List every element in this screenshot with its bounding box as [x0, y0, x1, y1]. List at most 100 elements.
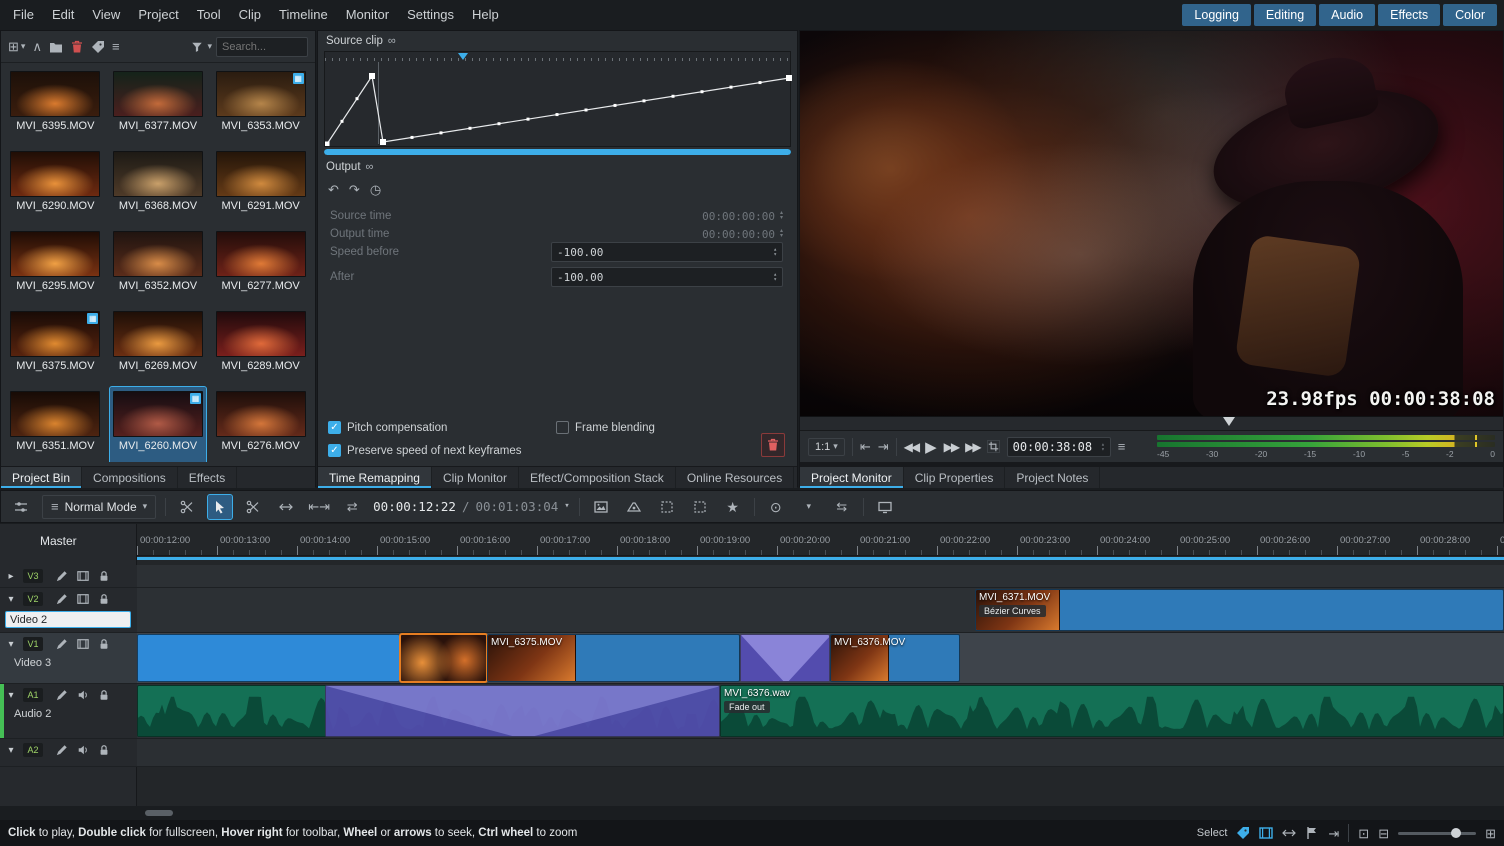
pause-skip-button[interactable]: ▶▶: [944, 440, 958, 454]
bin-item-mvi-6290-mov[interactable]: MVI_6290.MOV: [7, 147, 104, 227]
track-composite-icon[interactable]: [77, 570, 89, 582]
monitor-menu-button[interactable]: ≡: [1118, 440, 1126, 453]
track-id-badge-A1[interactable]: A1: [23, 688, 43, 702]
bin-tab-effects[interactable]: Effects: [178, 467, 237, 488]
track-collapse-A2[interactable]: ▾: [4, 745, 18, 756]
track-id-badge-A2[interactable]: A2: [23, 743, 43, 757]
menu-file[interactable]: File: [4, 7, 43, 22]
tags-button[interactable]: [91, 40, 105, 54]
monitor-timecode[interactable]: 00:00:38:08▴▾: [1007, 437, 1111, 457]
track-lock-icon[interactable]: [98, 744, 110, 756]
video-frame[interactable]: 23.98fps 00:00:38:08: [800, 31, 1503, 416]
create-folder-button[interactable]: [49, 40, 63, 54]
clip-video-bright[interactable]: [137, 634, 400, 682]
timeline-timecodes[interactable]: 00:00:12:22 / 00:01:03:04 ▾: [373, 499, 570, 514]
track-edit-icon[interactable]: [56, 689, 68, 701]
remap-tab-online-resources[interactable]: Online Resources: [676, 467, 794, 488]
subtitle-toggle-button[interactable]: [873, 495, 897, 519]
spinner[interactable]: ▴▾: [780, 229, 783, 239]
checkbox-box[interactable]: ✓: [328, 421, 341, 434]
clip-mvi-6376-wav[interactable]: MVI_6376.wavFade out: [720, 685, 1504, 737]
bin-item-mvi-6377-mov[interactable]: MVI_6377.MOV: [110, 67, 207, 147]
parameter-input[interactable]: -100.00▴▾: [551, 242, 783, 262]
workspace-logging[interactable]: Logging: [1182, 4, 1251, 26]
seek-backward-one-button[interactable]: ⇤: [860, 440, 871, 453]
menu-clip[interactable]: Clip: [230, 7, 270, 22]
zoom-in-button[interactable]: ⊞: [1485, 827, 1496, 840]
tag-toggle-button[interactable]: [1236, 826, 1250, 840]
track-edit-icon[interactable]: [56, 744, 68, 756]
selection-tool-button[interactable]: [208, 495, 232, 519]
clip-audio-cross[interactable]: [325, 685, 720, 737]
zoom-out-button[interactable]: ⊟: [1378, 827, 1389, 840]
timecode-spinner[interactable]: ▴▾: [1101, 442, 1105, 452]
filter-icon[interactable]: [191, 41, 203, 53]
markers-status-button[interactable]: [1305, 826, 1319, 840]
bin-item-mvi-6289-mov[interactable]: MVI_6289.MOV: [212, 307, 309, 387]
timeline-zoom-slider[interactable]: [1398, 832, 1476, 835]
menu-project[interactable]: Project: [129, 7, 187, 22]
record-audio-button[interactable]: ⊙: [764, 495, 788, 519]
track-collapse-V3[interactable]: ▸: [4, 571, 18, 582]
workspace-audio[interactable]: Audio: [1319, 4, 1375, 26]
track-lane-A2[interactable]: [137, 739, 1504, 767]
track-header-V3[interactable]: ▸V3: [0, 565, 137, 588]
zone-mode-button[interactable]: [987, 440, 1000, 453]
checkbox-frame-blending[interactable]: Frame blending: [556, 421, 655, 434]
slip-tool-button[interactable]: ⇤⇥: [307, 495, 331, 519]
spinner[interactable]: ▴▾: [773, 272, 777, 282]
clip-thumbs-focus[interactable]: [400, 634, 487, 682]
mixer-toggle-button[interactable]: ⇆: [830, 495, 854, 519]
track-speaker-icon[interactable]: [77, 689, 89, 701]
extract-zone-button[interactable]: [688, 495, 712, 519]
checkbox-preserve-speed-of-next-keyframes[interactable]: ✓Preserve speed of next keyframes: [328, 444, 522, 457]
menu-monitor[interactable]: Monitor: [337, 7, 398, 22]
track-collapse-V2[interactable]: ▾: [4, 594, 18, 605]
scrollbar-thumb[interactable]: [145, 810, 173, 816]
track-lane-V2[interactable]: MVI_6371.MOVBézier Curves: [137, 588, 1504, 633]
track-lock-icon[interactable]: [98, 689, 110, 701]
master-track-label[interactable]: Master: [40, 534, 77, 548]
remap-tab-time-remapping[interactable]: Time Remapping: [318, 467, 432, 488]
ripple-tool-button[interactable]: ⇄: [340, 495, 364, 519]
monitor-tab-project-monitor[interactable]: Project Monitor: [800, 467, 904, 488]
spacer-tool-button[interactable]: [274, 495, 298, 519]
menu-tool[interactable]: Tool: [188, 7, 230, 22]
bin-tab-compositions[interactable]: Compositions: [82, 467, 178, 488]
bin-item-mvi-6353-mov[interactable]: ▦MVI_6353.MOV: [212, 67, 309, 147]
menu-timeline[interactable]: Timeline: [270, 7, 337, 22]
bin-item-mvi-6276-mov[interactable]: MVI_6276.MOV: [212, 387, 309, 462]
edit-mode-dropdown[interactable]: ≡Normal Mode▾: [42, 495, 156, 519]
timeline-settings-button[interactable]: [9, 495, 33, 519]
track-lock-icon[interactable]: [98, 638, 110, 650]
mix-clips-button[interactable]: [622, 495, 646, 519]
track-name-editor[interactable]: [5, 611, 131, 628]
track-collapse-V1[interactable]: ▾: [4, 639, 18, 650]
clip-mvi-6375-mov[interactable]: MVI_6375.MOV: [487, 634, 740, 682]
remap-tab-effect-composition-stack[interactable]: Effect/Composition Stack: [519, 467, 676, 488]
timeline-ruler[interactable]: 00:00:12:0000:00:13:0000:00:14:0000:00:1…: [137, 532, 1504, 556]
bin-item-mvi-6277-mov[interactable]: MVI_6277.MOV: [212, 227, 309, 307]
checkbox-box[interactable]: [556, 421, 569, 434]
bin-item-mvi-6351-mov[interactable]: MVI_6351.MOV: [7, 387, 104, 462]
track-edit-icon[interactable]: [56, 593, 68, 605]
track-lock-icon[interactable]: [98, 593, 110, 605]
track-collapse-A1[interactable]: ▾: [4, 690, 18, 701]
track-header-A2[interactable]: ▾ A2: [0, 739, 137, 767]
timeline-hscrollbar[interactable]: [137, 808, 1504, 818]
track-lane-V1[interactable]: MVI_6375.MOVMVI_6376.MOV: [137, 633, 1504, 684]
next-keyframe-button[interactable]: ↷: [349, 183, 360, 196]
track-id-badge-V1[interactable]: V1: [23, 637, 43, 651]
delete-clip-button[interactable]: [70, 40, 84, 54]
spinner[interactable]: ▴▾: [773, 247, 777, 257]
remap-tab-clip-monitor[interactable]: Clip Monitor: [432, 467, 519, 488]
bin-item-mvi-6368-mov[interactable]: MVI_6368.MOV: [110, 147, 207, 227]
track-lane-V3[interactable]: [137, 565, 1504, 588]
zoom-slider-handle[interactable]: [1451, 828, 1461, 838]
track-header-A1[interactable]: ▾A1Audio 2: [0, 684, 137, 739]
insert-zone-button[interactable]: [655, 495, 679, 519]
spinner[interactable]: ▴▾: [780, 211, 783, 221]
workspace-effects[interactable]: Effects: [1378, 4, 1440, 26]
menu-view[interactable]: View: [83, 7, 129, 22]
monitor-zoom-select[interactable]: 1:1▾: [808, 438, 845, 456]
